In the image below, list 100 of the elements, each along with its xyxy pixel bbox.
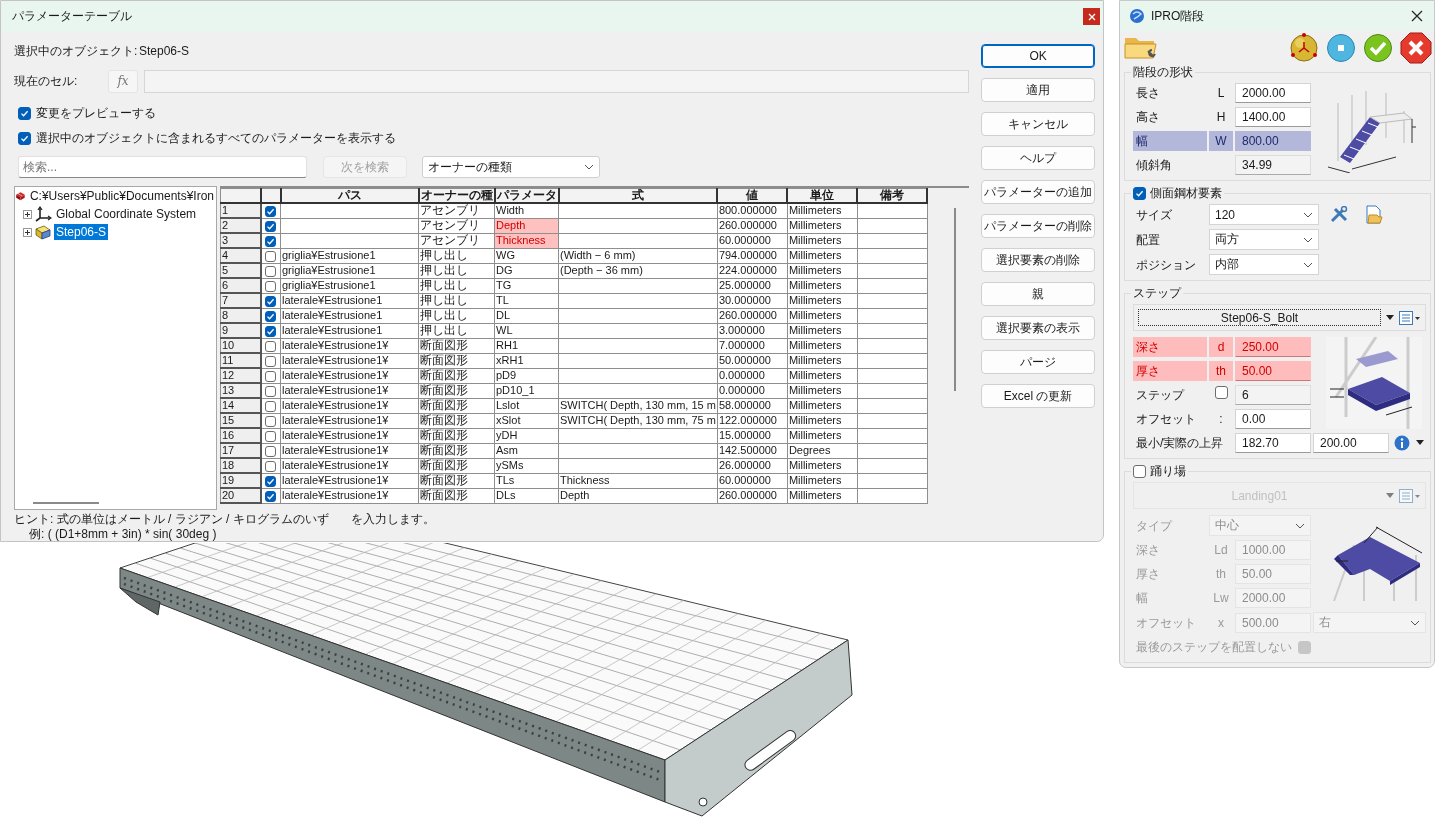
column-header[interactable]: パス <box>280 188 419 203</box>
checkbox[interactable] <box>265 325 277 337</box>
scrollbar-thumb[interactable] <box>954 208 957 391</box>
input-field[interactable]: 50.00 <box>1235 361 1311 381</box>
hint-example: 例: ( (D1+8mm + 3in) * sin( 30deg ) <box>28 527 218 542</box>
group-title: 踊り場 <box>1150 463 1186 480</box>
dialog-button[interactable]: 親 <box>981 282 1095 306</box>
checkbox[interactable] <box>265 340 277 352</box>
checkbox[interactable] <box>265 430 277 442</box>
list-icon[interactable] <box>1399 310 1421 325</box>
checkbox[interactable] <box>265 280 277 292</box>
column-header[interactable]: 単位 <box>787 188 858 203</box>
checkbox[interactable] <box>265 490 277 502</box>
dialog-button[interactable]: キャンセル <box>981 112 1095 136</box>
checkbox[interactable] <box>1214 386 1228 399</box>
column-header[interactable]: パラメータ <box>494 188 559 203</box>
input-field[interactable]: 6 <box>1235 385 1311 405</box>
axes-icon <box>34 206 52 222</box>
owner-type-dropdown[interactable]: オーナーの種類 <box>422 156 600 178</box>
check-icon[interactable] <box>1363 32 1393 63</box>
checkbox[interactable] <box>265 220 277 232</box>
field-symbol: x <box>1217 614 1225 632</box>
checkbox[interactable] <box>265 235 277 247</box>
checkbox[interactable] <box>265 415 277 427</box>
tree-item[interactable]: C:¥Users¥Public¥Documents¥Iron <box>27 188 216 204</box>
close-button[interactable] <box>1410 9 1424 23</box>
dialog-button[interactable]: ヘルプ <box>981 146 1095 170</box>
close-icon <box>1410 9 1424 23</box>
checkbox[interactable] <box>265 205 277 217</box>
caret-icon[interactable] <box>1415 440 1425 446</box>
dialog-button[interactable]: Excel の更新 <box>981 384 1095 408</box>
dropdown[interactable]: 両方 <box>1209 229 1319 250</box>
checkbox[interactable] <box>265 400 277 412</box>
checkbox[interactable] <box>265 475 277 487</box>
stop-icon[interactable] <box>1326 32 1356 63</box>
dialog-button[interactable]: パラメーターの削除 <box>981 214 1095 238</box>
input-field[interactable]: 1400.00 <box>1235 107 1311 127</box>
checkbox[interactable] <box>1298 640 1311 654</box>
chevron-down-icon <box>1410 619 1420 626</box>
checkbox-label: 変更をプレビューする <box>36 104 156 122</box>
checkbox[interactable] <box>1133 187 1146 200</box>
tree-item[interactable]: Global Coordinate System <box>54 206 199 222</box>
column-header[interactable]: オーナーの種 <box>418 188 495 203</box>
field-label: ステップ <box>1135 387 1186 404</box>
checkbox[interactable] <box>265 250 277 262</box>
checkbox[interactable] <box>265 265 277 277</box>
chevron-down-icon <box>1303 236 1313 243</box>
field-label: 厚さ <box>1133 361 1207 381</box>
checkbox[interactable] <box>18 131 31 145</box>
document-folder-icon[interactable] <box>1365 204 1383 225</box>
column-header[interactable]: 備考 <box>857 188 928 203</box>
dialog-button[interactable]: 選択要素の削除 <box>981 248 1095 272</box>
input-field[interactable]: 800.00 <box>1235 131 1311 151</box>
checkbox[interactable] <box>265 445 277 457</box>
tree-item[interactable]: Step06-S <box>54 224 109 240</box>
caret-icon[interactable] <box>1385 314 1395 321</box>
input-field[interactable]: 200.00 <box>1313 433 1389 453</box>
tools-icon[interactable] <box>1329 205 1349 224</box>
checkbox[interactable] <box>265 310 277 322</box>
input-field[interactable]: 0.00 <box>1235 409 1311 429</box>
column-header[interactable]: 式 <box>558 188 718 203</box>
checkbox[interactable] <box>18 106 31 120</box>
input-field[interactable]: 2000.00 <box>1235 83 1311 103</box>
field-label: 深さ <box>1135 542 1161 559</box>
input-field[interactable]: 34.99 <box>1235 155 1311 175</box>
input-field[interactable]: 250.00 <box>1235 337 1311 357</box>
dropdown[interactable]: 内部 <box>1209 254 1319 275</box>
field-symbol: th <box>1209 361 1233 381</box>
column-header[interactable]: 値 <box>717 188 788 203</box>
formula-button[interactable]: fx <box>108 69 138 93</box>
info-icon[interactable] <box>1394 435 1410 451</box>
dialog-button[interactable]: 選択要素の表示 <box>981 316 1095 340</box>
cell-input-field[interactable] <box>144 69 970 93</box>
input-field[interactable]: 182.70 <box>1235 433 1311 453</box>
search-field[interactable]: 検索... <box>18 156 307 178</box>
preset-selector[interactable]: Step06-S_Bolt <box>1138 309 1381 326</box>
dropdown[interactable]: 120 <box>1209 204 1319 225</box>
sphere-icon[interactable] <box>1289 32 1319 63</box>
field-symbol: Lw <box>1212 590 1230 607</box>
checkbox[interactable] <box>1133 465 1146 478</box>
checkbox[interactable] <box>265 355 277 367</box>
hint-text: を入力します。 <box>350 512 435 527</box>
scrollbar-thumb[interactable] <box>33 502 99 504</box>
field-label: 幅 <box>1133 131 1207 151</box>
dialog-button[interactable]: 適用 <box>981 78 1095 102</box>
field-symbol: d <box>1209 337 1233 357</box>
field-label: サイズ <box>1135 206 1173 224</box>
cancel-icon[interactable] <box>1400 31 1432 64</box>
checkbox[interactable] <box>265 295 277 307</box>
field-label: 選択中のオブジェクト: <box>14 42 139 60</box>
expand-icon[interactable] <box>23 209 32 219</box>
expand-icon[interactable] <box>23 227 32 237</box>
dialog-button[interactable]: OK <box>981 44 1095 68</box>
dialog-button[interactable]: パージ <box>981 350 1095 374</box>
field-symbol: : <box>1218 411 1224 428</box>
checkbox[interactable] <box>265 370 277 382</box>
group-title: 側面鋼材要素 <box>1150 185 1222 202</box>
dialog-button[interactable]: パラメーターの追加 <box>981 180 1095 204</box>
checkbox[interactable] <box>265 385 277 397</box>
checkbox[interactable] <box>265 460 277 472</box>
